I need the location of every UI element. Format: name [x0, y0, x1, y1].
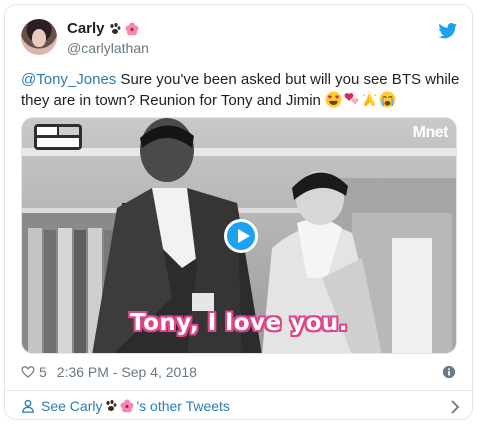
display-name[interactable]: Carly	[67, 19, 149, 39]
tweet-header: Carly @carlylathan	[21, 19, 458, 63]
see-other-tweets-text[interactable]: See Carly 's other Tweets	[41, 398, 230, 414]
twitter-bird-icon[interactable]	[438, 23, 458, 39]
play-icon[interactable]	[224, 219, 258, 253]
info-icon[interactable]	[442, 365, 456, 379]
footer-suffix: 's other Tweets	[136, 398, 230, 414]
chevron-right-icon[interactable]	[450, 400, 460, 414]
video-caption: Tony, I love you.	[129, 310, 348, 336]
praying-hands-emoji	[361, 91, 378, 108]
two-hearts-emoji	[343, 91, 360, 108]
heart-icon[interactable]	[21, 365, 35, 379]
tweet-text: @Tony_Jones Sure you've been asked but w…	[21, 69, 461, 111]
author-names[interactable]: Carly @carlylathan	[67, 19, 149, 57]
crying-face-emoji	[379, 91, 396, 108]
display-name-text: Carly	[67, 20, 105, 37]
hibiscus-icon	[125, 22, 139, 36]
avatar[interactable]	[21, 19, 57, 55]
mention-link[interactable]: @Tony_Jones	[21, 71, 116, 88]
footer-prefix: See Carly	[41, 398, 103, 414]
see-other-tweets-link[interactable]: See Carly 's other Tweets	[5, 390, 472, 419]
show-logo-icon	[34, 124, 82, 150]
channel-logo: Mnet	[412, 124, 449, 141]
user-icon	[21, 399, 35, 413]
paw-prints-icon	[108, 22, 122, 36]
embedded-tweet-card: Carly @carlylathan @Tony_Jones Sure you'…	[4, 4, 473, 420]
tweet-meta: 5 2:36 PM - Sep 4, 2018	[21, 362, 458, 382]
handle[interactable]: @carlylathan	[67, 39, 149, 57]
heart-eyes-emoji	[325, 91, 342, 108]
hibiscus-icon	[120, 399, 134, 413]
paw-prints-icon	[104, 399, 118, 413]
like-count[interactable]: 5	[39, 364, 47, 380]
tweet-timestamp[interactable]: 2:36 PM - Sep 4, 2018	[57, 364, 197, 380]
video-media[interactable]: Mnet Tony, I love you.	[21, 117, 457, 354]
